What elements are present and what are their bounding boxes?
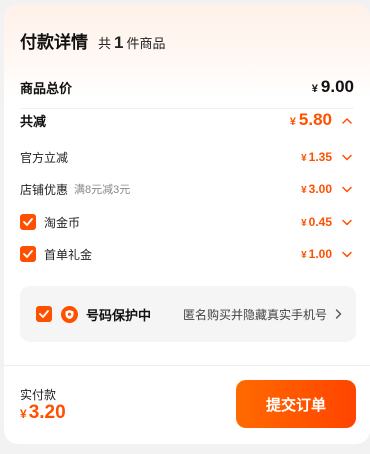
chevron-down-icon[interactable]	[340, 182, 354, 196]
number-protection-panel[interactable]: 号码保护中 匿名购买并隐藏真实手机号	[20, 286, 356, 342]
item-count-number: 1	[114, 33, 124, 52]
discount-row-official[interactable]: 官方立减 ¥1.35	[20, 147, 354, 167]
discount-label: 店铺优惠	[20, 182, 69, 197]
pay-amount: ¥3.20	[20, 402, 66, 423]
item-count-suffix: 件商品	[126, 36, 166, 51]
discount-value: ¥1.35	[301, 150, 332, 164]
submit-order-button[interactable]: 提交订单	[236, 380, 356, 428]
discount-value: ¥1.00	[301, 247, 332, 261]
first-order-checkbox[interactable]	[20, 246, 36, 262]
discount-row-shop[interactable]: 店铺优惠 满8元减3元 ¥3.00	[20, 179, 354, 199]
discount-row-first-order[interactable]: 首单礼金 ¥1.00	[20, 244, 354, 264]
total-price-label: 商品总价	[20, 80, 73, 96]
total-discount-label: 共减	[20, 113, 47, 129]
protection-checkbox[interactable]	[36, 306, 52, 322]
shield-phone-icon	[61, 305, 78, 323]
chevron-down-icon[interactable]	[340, 150, 354, 164]
discount-value: ¥3.00	[301, 182, 332, 196]
discount-hint: 满8元减3元	[74, 184, 131, 196]
item-count: 共 1 件商品	[98, 33, 166, 53]
check-icon	[23, 250, 33, 258]
discount-label: 淘金币	[44, 215, 81, 230]
discount-value: ¥0.45	[301, 215, 332, 229]
footer-divider	[4, 365, 370, 366]
protection-title: 号码保护中	[86, 307, 152, 323]
chevron-right-icon[interactable]	[335, 309, 342, 319]
chevron-up-icon[interactable]	[340, 113, 354, 127]
page-title: 付款详情	[20, 33, 88, 52]
check-icon	[23, 218, 33, 226]
item-count-prefix: 共	[98, 36, 112, 51]
payment-details-card: 付款详情 共 1 件商品 商品总价 ¥9.00 共减 ¥5.80 官方立减 ¥1.3…	[4, 4, 370, 444]
chevron-down-icon[interactable]	[340, 247, 354, 261]
total-discount-value: ¥5.80	[289, 110, 332, 129]
check-icon	[39, 310, 49, 318]
discount-row-coins[interactable]: 淘金币 ¥0.45	[20, 212, 354, 232]
payment-header: 付款详情 共 1 件商品	[20, 28, 166, 53]
total-price-value: ¥9.00	[311, 77, 354, 96]
pay-label: 实付款	[20, 388, 57, 402]
discount-label: 首单礼金	[44, 247, 93, 262]
coins-checkbox[interactable]	[20, 214, 36, 230]
total-price-row: 商品总价 ¥9.00	[20, 76, 354, 98]
total-discount-row[interactable]: 共减 ¥5.80	[20, 108, 354, 132]
chevron-down-icon[interactable]	[340, 215, 354, 229]
discount-label: 官方立减	[20, 150, 69, 165]
protection-description: 匿名购买并隐藏真实手机号	[182, 307, 327, 322]
